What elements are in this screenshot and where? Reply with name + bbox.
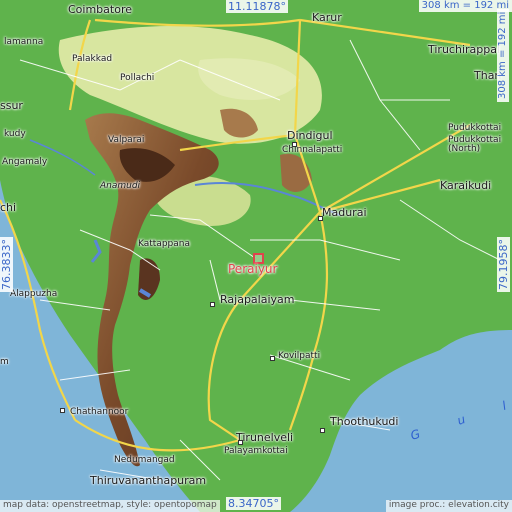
label-tiruchirappalli: Tiruchirappal: [428, 43, 501, 56]
label-chinnalapatti: Chinnalapatti: [282, 145, 343, 155]
city-dot: [238, 440, 243, 445]
label-kattappana: Kattappana: [138, 239, 190, 249]
attribution-image-proc[interactable]: image proc.: elevation.city: [385, 500, 512, 512]
label-pudukkottai-north: Pudukkottai (North): [448, 135, 502, 154]
target-label[interactable]: Peraiyur: [228, 263, 277, 275]
label-valparai: Valparai: [108, 135, 145, 145]
label-palayamkottai: Palayamkottai: [224, 446, 288, 456]
label-palakkad: Palakkad: [72, 54, 113, 64]
label-rajapalaiyam: Rajapalaiyam: [220, 293, 295, 306]
topographic-map[interactable]: Coimbatore Karur Tiruchirappal Than Pala…: [0, 0, 512, 512]
label-thoothukudi: Thoothukudi: [330, 415, 399, 428]
coord-left: 76.3833°: [0, 237, 13, 292]
label-kochi: chi: [0, 201, 17, 214]
label-dindigul: Dindigul: [287, 129, 333, 142]
city-dot: [60, 408, 65, 413]
city-dot: [210, 302, 215, 307]
coord-right: 79.1958°: [497, 237, 510, 292]
label-thiruvananthapuram: Thiruvananthapuram: [90, 474, 207, 487]
city-dot: [292, 142, 297, 147]
label-kovilpatti: Kovilpatti: [278, 351, 321, 361]
label-pollachi: Pollachi: [120, 73, 155, 83]
label-alappuzha: Alappuzha: [10, 289, 58, 299]
coord-bottom: 8.34705°: [226, 497, 281, 510]
city-dot: [320, 428, 325, 433]
label-angamaly: Angamaly: [2, 157, 48, 167]
label-pudukkottai: Pudukkottai: [448, 123, 502, 133]
attribution-map-data[interactable]: map data: openstreetmap, style: opentopo…: [0, 500, 220, 512]
label-chathannoor: Chathannoor: [70, 407, 129, 417]
label-kayamkulam: m: [0, 357, 9, 367]
label-annamalai: lamanna: [4, 37, 44, 47]
label-anamudi: Anamudi: [100, 181, 141, 191]
city-dot: [270, 356, 275, 361]
label-karur: Karur: [312, 11, 342, 24]
label-coimbatore: Coimbatore: [68, 3, 132, 16]
label-chalakudy: kudy: [4, 129, 26, 139]
coord-top: 11.11878°: [226, 0, 288, 13]
label-karaikudi: Karaikudi: [440, 179, 492, 192]
label-nedumangad: Nedumangad: [114, 455, 175, 465]
label-thrissur: ssur: [0, 99, 23, 112]
label-madurai: Madurai: [322, 206, 367, 219]
scale-vertical: 308 km = 192 mi: [497, 8, 509, 102]
city-dot: [318, 216, 323, 221]
label-tirunelveli: Tirunelveli: [236, 431, 294, 444]
